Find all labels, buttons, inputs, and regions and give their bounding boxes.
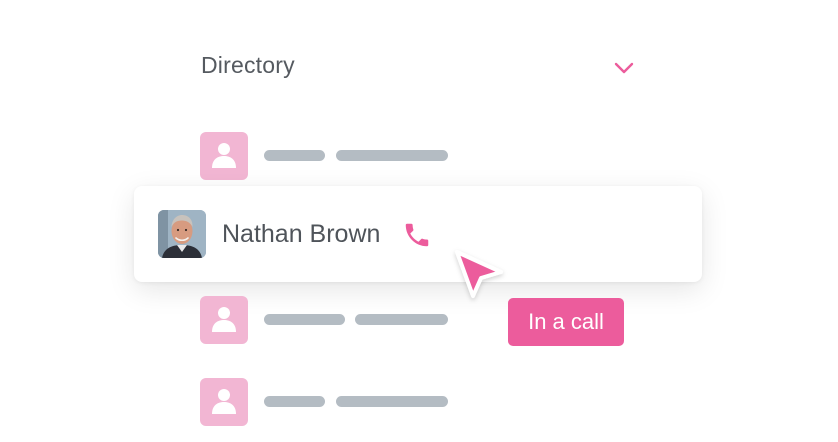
avatar (158, 210, 206, 258)
list-item[interactable] (200, 132, 500, 180)
status-badge: In a call (508, 298, 624, 346)
user-placeholder-icon (200, 296, 248, 344)
skeleton-bar (336, 396, 448, 407)
skeleton-bar (336, 150, 448, 161)
skeleton-bar (264, 396, 325, 407)
phone-icon[interactable] (402, 220, 432, 250)
chevron-down-icon[interactable] (612, 58, 636, 78)
directory-title: Directory (201, 52, 295, 78)
user-placeholder-icon (200, 378, 248, 426)
skeleton-bar (264, 150, 325, 161)
skeleton-bar (264, 314, 345, 325)
user-placeholder-icon (200, 132, 248, 180)
contact-card[interactable]: Nathan Brown (134, 186, 702, 282)
list-item[interactable] (200, 296, 500, 344)
skeleton-bar (355, 314, 448, 325)
contact-name: Nathan Brown (222, 220, 381, 248)
list-item[interactable] (200, 378, 500, 426)
